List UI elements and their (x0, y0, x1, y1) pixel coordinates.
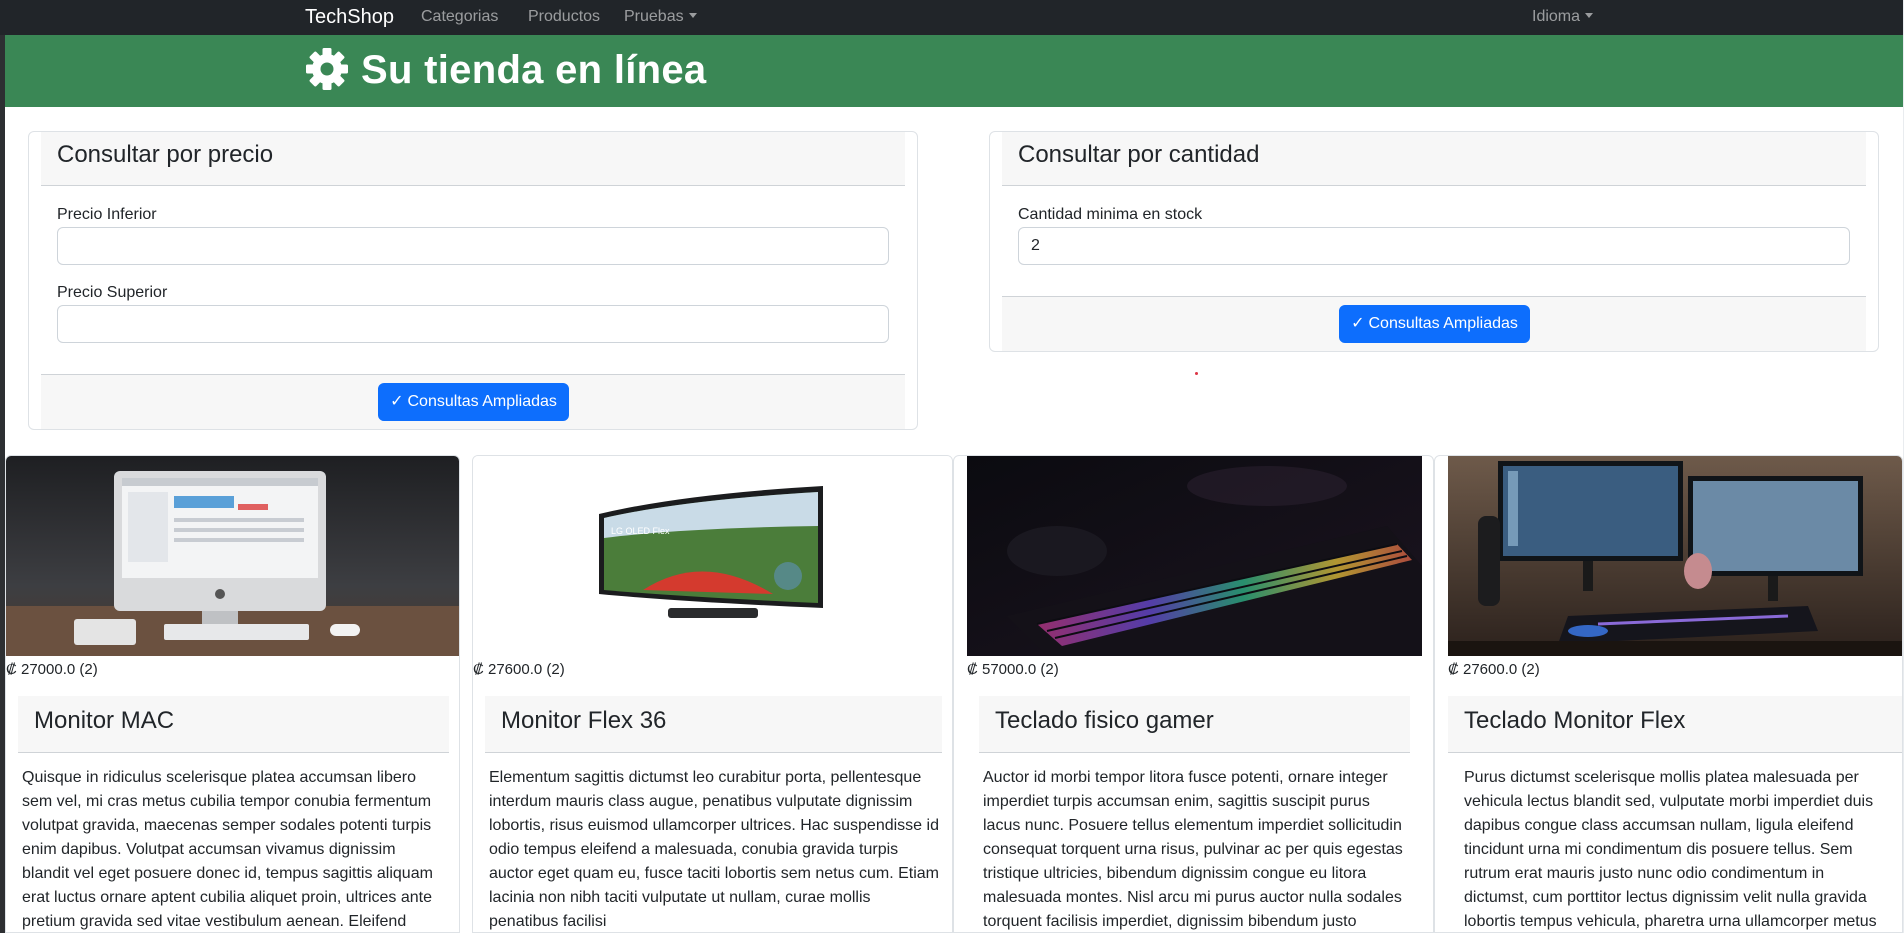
product-header: Teclado fisico gamer (979, 696, 1410, 753)
nav-idioma-dropdown[interactable]: Idioma (1532, 7, 1594, 27)
caret-down-icon (1585, 13, 1594, 18)
product-image[interactable] (6, 456, 459, 656)
caret-down-icon (688, 13, 697, 18)
product-image[interactable]: LG OLED Flex (473, 456, 952, 656)
gear-icon (306, 48, 348, 90)
product-description: Purus dictumst scelerisque mollis platea… (1464, 769, 1877, 930)
product-image[interactable] (1448, 456, 1902, 656)
precio-query-card: Consultar por precio Precio Inferior Pre… (28, 131, 918, 430)
nav-pruebas-dropdown[interactable]: Pruebas (624, 7, 697, 27)
nav-idioma-label: Idioma (1532, 8, 1581, 25)
product-card: LG OLED Flex ₡ 27600.0 (2) Monitor Flex … (472, 455, 953, 933)
precio-superior-label: Precio Superior (57, 284, 168, 301)
product-header: Monitor MAC (18, 696, 449, 753)
product-title: Monitor MAC (34, 707, 175, 734)
precio-consultas-label: Consultas Ampliadas (407, 393, 557, 410)
top-navbar: TechShop Categorias Productos Pruebas Id… (0, 0, 1904, 35)
cantidad-card-header: Consultar por cantidad (1002, 132, 1866, 186)
cantidad-card-title: Consultar por cantidad (1018, 141, 1260, 168)
precio-card-footer: ✓ Consultas Ampliadas (41, 374, 905, 429)
product-price: ₡ 27000.0 (2) (6, 661, 98, 678)
check-icon: ✓ (1351, 315, 1365, 332)
precio-card-title: Consultar por precio (57, 141, 274, 168)
cantidad-consultas-button[interactable]: ✓ Consultas Ampliadas (1339, 305, 1530, 343)
product-card: ₡ 57000.0 (2) Teclado fisico gamer Aucto… (953, 455, 1434, 933)
hero-banner: Su tienda en línea (5, 35, 1903, 107)
product-header: Teclado Monitor Flex (1448, 696, 1902, 753)
product-image[interactable] (967, 456, 1422, 656)
check-icon: ✓ (390, 393, 404, 410)
product-description: Elementum sagittis dictumst leo curabitu… (489, 769, 939, 930)
cantidad-minima-input[interactable] (1018, 227, 1850, 265)
nav-categorias[interactable]: Categorias (421, 7, 498, 27)
product-title: Teclado Monitor Flex (1464, 707, 1686, 734)
product-card: ₡ 27000.0 (2) Monitor MAC Quisque in rid… (5, 455, 460, 933)
product-title: Teclado fisico gamer (995, 707, 1214, 734)
product-price: ₡ 27600.0 (2) (1448, 661, 1540, 678)
precio-consultas-button[interactable]: ✓ Consultas Ampliadas (378, 383, 569, 421)
precio-card-header: Consultar por precio (41, 132, 905, 186)
page-title: Su tienda en línea (361, 48, 707, 92)
cantidad-card-footer: ✓ Consultas Ampliadas (1002, 296, 1866, 351)
precio-superior-input[interactable] (57, 305, 889, 343)
nav-productos[interactable]: Productos (528, 7, 600, 27)
brand-link[interactable]: TechShop (305, 5, 394, 29)
svg-text:LG OLED Flex: LG OLED Flex (611, 526, 670, 536)
cantidad-query-card: Consultar por cantidad Cantidad minima e… (989, 131, 1879, 352)
product-price: ₡ 27600.0 (2) (473, 661, 565, 678)
product-header: Monitor Flex 36 (485, 696, 942, 753)
product-price: ₡ 57000.0 (2) (967, 661, 1059, 678)
nav-pruebas-label: Pruebas (624, 8, 684, 25)
product-description: Quisque in ridiculus scelerisque platea … (22, 769, 433, 930)
precio-inferior-label: Precio Inferior (57, 206, 157, 223)
product-description: Auctor id morbi tempor litora fusce pote… (983, 769, 1403, 930)
cantidad-consultas-label: Consultas Ampliadas (1368, 315, 1518, 332)
precio-inferior-input[interactable] (57, 227, 889, 265)
product-title: Monitor Flex 36 (501, 707, 667, 734)
product-card: ₡ 27600.0 (2) Teclado Monitor Flex Purus… (1434, 455, 1903, 933)
cantidad-minima-label: Cantidad minima en stock (1018, 206, 1203, 223)
stray-dot (1195, 372, 1198, 375)
